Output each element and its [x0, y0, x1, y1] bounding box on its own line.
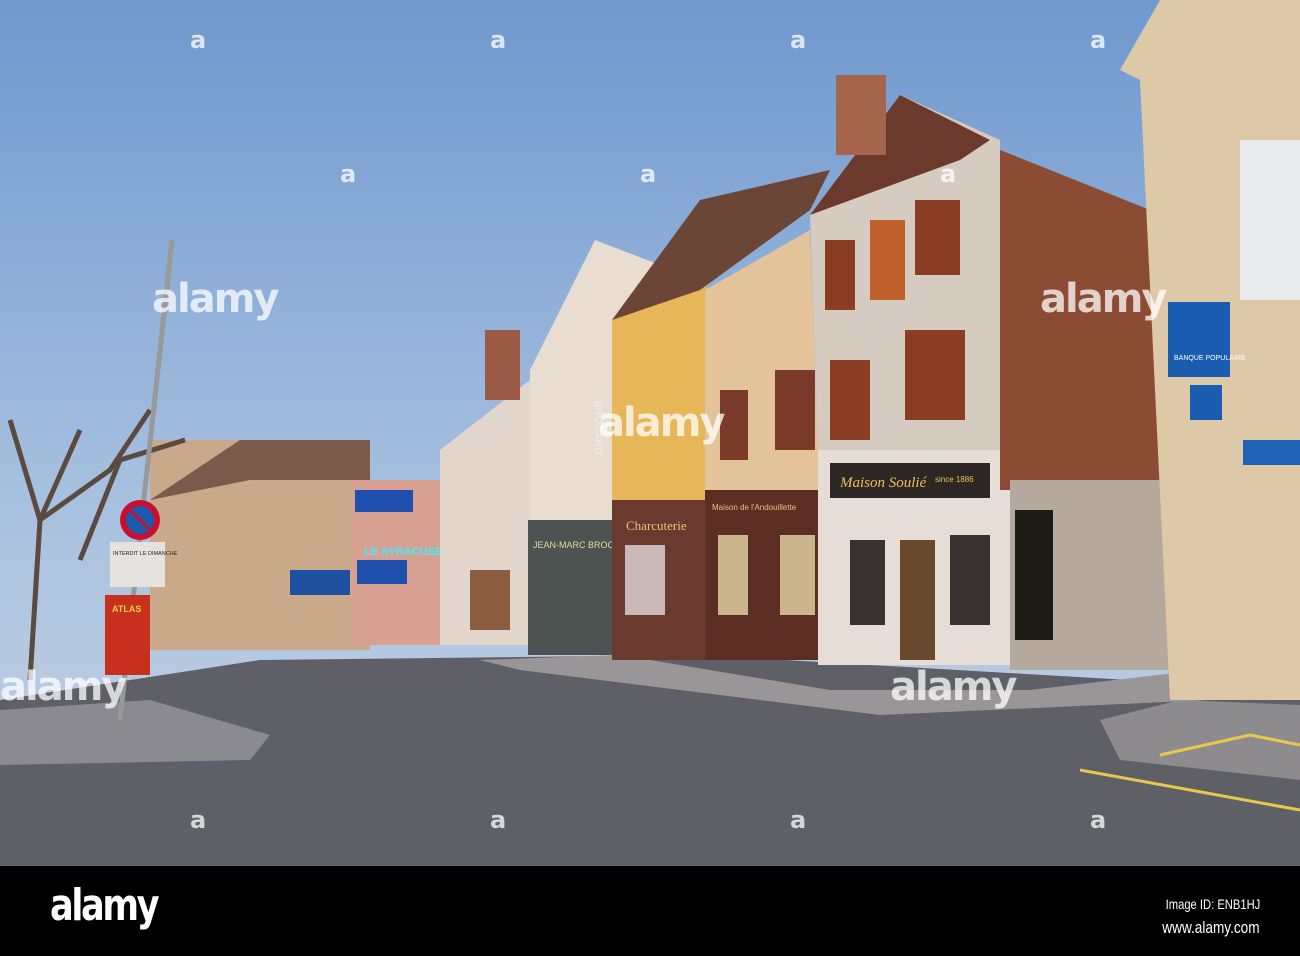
maison-soulie-sign: Maison Soulié — [839, 475, 928, 491]
poster-text: ATLAS — [112, 604, 141, 614]
watermark-a: a — [490, 806, 507, 834]
watermark-a: a — [190, 26, 207, 54]
road-sign-panel — [110, 542, 165, 587]
watermark-alamy: alamy — [598, 400, 725, 446]
image-id: Image ID: ENB1HJ — [1165, 896, 1260, 912]
watermark-a: a — [1090, 26, 1107, 54]
building-beige: Maison de l'Andouillette — [705, 230, 830, 660]
watermark-a: a — [940, 160, 957, 188]
bank-sign: BANQUE POPULAIRE — [1174, 355, 1246, 362]
watermark-alamy: alamy — [1040, 276, 1167, 322]
alamy-logo: alamy — [50, 880, 160, 931]
watermark-a: a — [640, 160, 657, 188]
watermark-a: a — [1090, 806, 1107, 834]
charcuterie-sign: Charcuterie — [626, 518, 687, 533]
maison-soulie-since: since 1886 — [935, 475, 974, 484]
watermark-alamy: alamy — [890, 664, 1017, 710]
watermark-a: a — [190, 806, 207, 834]
watermark-a: a — [790, 26, 807, 54]
stock-photo-frame: LE SYRACUSE JEAN-MARC BROCARD BROCARD Ch… — [0, 0, 1300, 956]
syracuse-sign: LE SYRACUSE — [364, 546, 442, 558]
watermark-a: a — [340, 160, 357, 188]
buildings-far-left — [150, 440, 370, 650]
road-sign-text: INTERDIT LE DIMANCHE — [113, 551, 178, 557]
andouillette-sign: Maison de l'Andouillette — [712, 503, 797, 512]
watermark-a: a — [790, 806, 807, 834]
building-syracuse: LE SYRACUSE — [352, 480, 442, 645]
website-link[interactable]: www.alamy.com — [1163, 918, 1260, 938]
watermark-alamy: alamy — [0, 664, 127, 710]
watermark-a: a — [490, 26, 507, 54]
footer-bar: alamy Image ID: ENB1HJ www.alamy.com — [0, 866, 1300, 956]
watermark-alamy: alamy — [152, 276, 279, 322]
